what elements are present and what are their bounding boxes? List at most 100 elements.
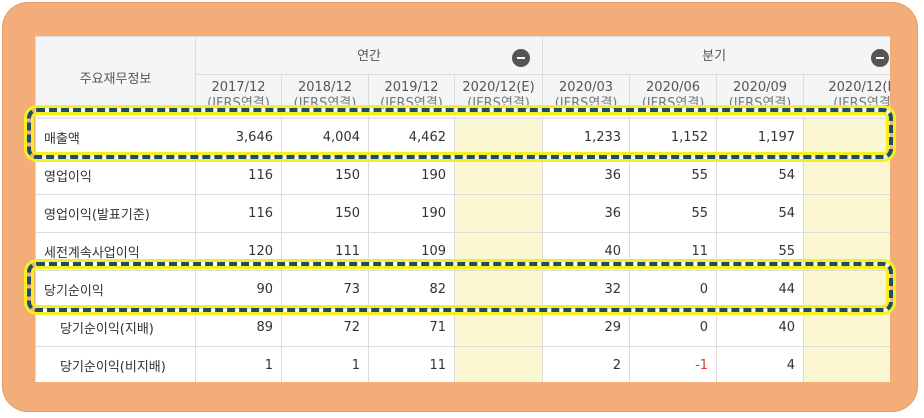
group-annual-header: 연간 xyxy=(194,36,544,75)
table-cell xyxy=(803,118,890,157)
row-label: 세전계속사업이익 xyxy=(35,232,196,271)
table-cell xyxy=(453,118,544,157)
table-row: 당기순이익(비지배) 1 1 11 2 -1 4 xyxy=(35,346,890,382)
table-cell xyxy=(453,346,544,382)
table-cell: 109 xyxy=(368,232,455,271)
table-cell xyxy=(803,270,890,309)
column-period: 2020/12(E) xyxy=(828,80,890,95)
table-cell: 82 xyxy=(368,270,455,309)
table-cell: 3,646 xyxy=(195,118,282,157)
table-cell xyxy=(453,194,544,233)
minus-circle-icon[interactable] xyxy=(871,49,890,67)
table-cell: -1 xyxy=(629,346,718,382)
table-cell: 150 xyxy=(281,156,369,195)
table-cell: 116 xyxy=(195,194,282,233)
column-basis: (IFRS연결) xyxy=(833,96,890,111)
column-period: 2020/12(E) xyxy=(462,80,535,95)
table-row: 당기순이익 90 73 82 32 0 44 xyxy=(35,270,890,309)
table-cell: 120 xyxy=(195,232,282,271)
table-cell: 54 xyxy=(716,194,805,233)
table-cell: 40 xyxy=(716,308,805,347)
row-label: 영업이익(발표기준) xyxy=(35,194,196,233)
table-row: 매출액 3,646 4,004 4,462 1,233 1,152 1,197 xyxy=(35,118,890,157)
table-cell: 71 xyxy=(368,308,455,347)
table-cell xyxy=(803,156,890,195)
table-cell xyxy=(803,232,890,271)
table-cell xyxy=(803,308,890,347)
column-basis: (IFRS연결) xyxy=(293,96,357,111)
column-basis: (IFRS연결) xyxy=(728,96,792,111)
table-row: 영업이익 116 150 190 36 55 54 xyxy=(35,156,890,195)
table-cell: 4 xyxy=(716,346,805,382)
table-row: 당기순이익(지배) 89 72 71 29 0 40 xyxy=(35,308,890,347)
table-cell: 36 xyxy=(542,194,631,233)
table-cell: 1 xyxy=(195,346,282,382)
column-period: 2017/12 xyxy=(211,80,266,95)
table-cell: 72 xyxy=(281,308,369,347)
column-period: 2018/12 xyxy=(297,80,352,95)
group-quarterly-header: 분기 xyxy=(542,36,890,75)
group-quarterly-label: 분기 xyxy=(702,49,727,64)
column-basis: (IFRS연결) xyxy=(207,96,270,111)
financial-table-panel: 주요재무정보 연간 분기 2017/12 (IFRS연결) 2018/12 (IFRS… xyxy=(35,36,890,382)
column-period: 2020/06 xyxy=(646,80,701,95)
column-basis: (IFRS연결) xyxy=(554,96,618,111)
row-label: 당기순이익 xyxy=(35,270,196,309)
column-header: 2017/12 (IFRS연결) xyxy=(195,74,282,119)
column-basis: (IFRS연결) xyxy=(467,96,530,111)
column-header: 2020/09 (IFRS연결) xyxy=(716,74,805,119)
table-cell: 55 xyxy=(716,232,805,271)
table-cell: 11 xyxy=(368,346,455,382)
column-header: 2020/03 (IFRS연결) xyxy=(542,74,631,119)
table-cell xyxy=(803,346,890,382)
column-period: 2020/03 xyxy=(559,80,614,95)
table-cell: 190 xyxy=(368,194,455,233)
column-header: 2020/12(E)(IFRS연결) xyxy=(453,74,544,119)
table-cell: 54 xyxy=(716,156,805,195)
table-cell: 111 xyxy=(281,232,369,271)
table-cell: 11 xyxy=(629,232,718,271)
column-header: 2019/12 (IFRS연결) xyxy=(368,74,455,119)
row-label: 매출액 xyxy=(35,118,196,157)
column-basis: (IFRS연결) xyxy=(641,96,705,111)
table-cell: 0 xyxy=(629,308,718,347)
table-cell xyxy=(453,232,544,271)
table-row: 세전계속사업이익 120 111 109 40 11 55 xyxy=(35,232,890,271)
table-cell xyxy=(803,194,890,233)
column-period: 2020/09 xyxy=(733,80,788,95)
table-cell xyxy=(453,270,544,309)
table-cell: 55 xyxy=(629,194,718,233)
row-label: 당기순이익(비지배) xyxy=(35,346,196,382)
row-label: 당기순이익(지배) xyxy=(35,308,196,347)
row-label: 영업이익 xyxy=(35,156,196,195)
table-cell: 44 xyxy=(716,270,805,309)
column-basis: (IFRS연결) xyxy=(380,96,443,111)
table-cell: 4,004 xyxy=(281,118,369,157)
table-cell: 55 xyxy=(629,156,718,195)
table-cell: 90 xyxy=(195,270,282,309)
table-cell xyxy=(453,308,544,347)
table-cell: 36 xyxy=(542,156,631,195)
table-cell: 1,233 xyxy=(542,118,631,157)
table-cell: 73 xyxy=(281,270,369,309)
financial-summary-table: 주요재무정보 연간 분기 2017/12 (IFRS연결) 2018/12 (IFRS… xyxy=(35,36,890,382)
table-cell: 1 xyxy=(281,346,369,382)
table-cell xyxy=(453,156,544,195)
table-cell: 190 xyxy=(368,156,455,195)
group-annual-label: 연간 xyxy=(357,49,381,64)
table-cell: 29 xyxy=(542,308,631,347)
column-header: 2020/06 (IFRS연결) xyxy=(629,74,718,119)
table-cell: 150 xyxy=(281,194,369,233)
column-period: 2019/12 xyxy=(384,80,439,95)
table-cell: 4,462 xyxy=(368,118,455,157)
column-header: 2020/12(E)(IFRS연결) xyxy=(803,74,890,119)
column-header: 2018/12 (IFRS연결) xyxy=(281,74,369,119)
table-cell: 0 xyxy=(629,270,718,309)
table-cell: 1,197 xyxy=(716,118,805,157)
table-cell: 2 xyxy=(542,346,631,382)
table-row: 영업이익(발표기준) 116 150 190 36 55 54 xyxy=(35,194,890,233)
row-header-title: 주요재무정보 xyxy=(35,36,196,119)
table-cell: 1,152 xyxy=(629,118,718,157)
minus-circle-icon[interactable] xyxy=(512,49,531,67)
table-cell: 40 xyxy=(542,232,631,271)
